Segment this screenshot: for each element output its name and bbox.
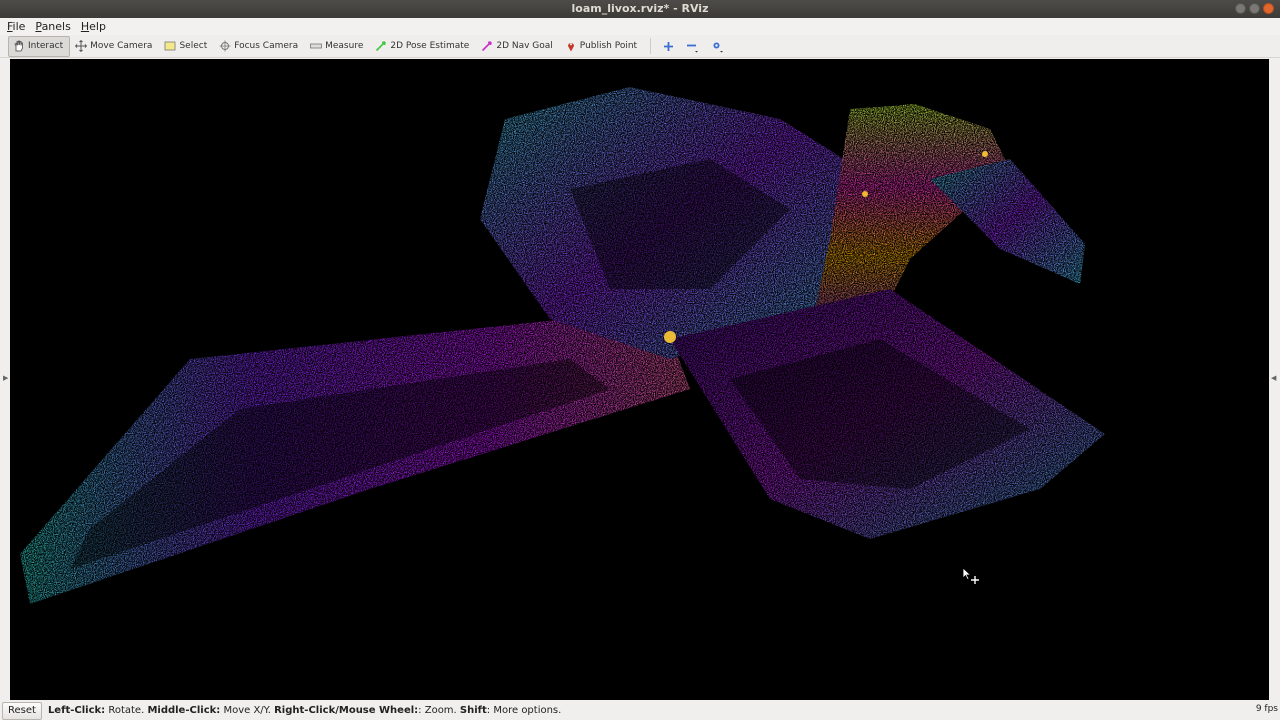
select-box-icon — [165, 41, 176, 51]
green-arrow-icon — [376, 41, 387, 52]
publish-point-tool-button[interactable]: Publish Point — [560, 36, 644, 57]
ruler-icon — [310, 43, 323, 49]
focus-camera-label: Focus Camera — [234, 41, 299, 51]
menu-file[interactable]: File — [2, 18, 30, 35]
focus-crosshair-icon — [219, 40, 231, 52]
add-tool-button[interactable] — [657, 37, 680, 56]
move-camera-label: Move Camera — [90, 41, 153, 51]
gear-icon — [713, 42, 724, 52]
move-camera-tool-button[interactable]: Move Camera — [70, 36, 159, 57]
reset-button[interactable]: Reset — [2, 701, 42, 720]
pose-estimate-tool-button[interactable]: 2D Pose Estimate — [370, 36, 476, 57]
render-viewport[interactable] — [10, 59, 1269, 700]
toolbar-separator — [650, 38, 652, 54]
pose-estimate-label: 2D Pose Estimate — [390, 41, 470, 51]
status-help-text: Left-Click: Rotate. Middle-Click: Move X… — [47, 705, 562, 716]
hand-icon — [14, 40, 23, 52]
publish-point-label: Publish Point — [579, 41, 638, 51]
minimize-button[interactable] — [1235, 3, 1246, 14]
nav-goal-label: 2D Nav Goal — [496, 41, 553, 51]
left-panel-collapse-icon[interactable]: ▶ — [3, 374, 8, 382]
select-tool-button[interactable]: Select — [159, 36, 214, 57]
menu-help[interactable]: Help — [76, 18, 111, 35]
measure-tool-button[interactable]: Measure — [305, 36, 370, 57]
window-title-bar: loam_livox.rviz* - RViz — [0, 0, 1280, 18]
right-panel-collapse-icon[interactable]: ◀ — [1271, 374, 1276, 382]
mouse-cursor-icon — [962, 567, 979, 584]
plus-icon — [664, 41, 674, 51]
fps-readout: 9 fps — [1255, 704, 1278, 714]
purple-arrow-icon — [482, 41, 493, 52]
menu-bar: File Panels Help — [0, 18, 1280, 35]
focus-camera-tool-button[interactable]: Focus Camera — [214, 36, 305, 57]
maximize-button[interactable] — [1249, 3, 1260, 14]
tools-toolbar: Interact Move Camera Select Focus Camera… — [0, 35, 1280, 58]
menu-panels[interactable]: Panels — [30, 18, 75, 35]
close-button[interactable] — [1263, 3, 1274, 14]
status-bar: Reset Left-Click: Rotate. Middle-Click: … — [0, 701, 1280, 720]
minus-icon — [687, 44, 699, 52]
select-label: Select — [179, 41, 208, 51]
interact-tool-button[interactable]: Interact — [8, 35, 71, 57]
measure-label: Measure — [325, 41, 364, 51]
point-cloud-map — [20, 87, 1105, 604]
move-arrows-icon — [75, 40, 87, 52]
window-title: loam_livox.rviz* - RViz — [571, 2, 709, 15]
tool-properties-button[interactable] — [705, 37, 730, 56]
map-pin-icon — [567, 43, 574, 52]
nav-goal-tool-button[interactable]: 2D Nav Goal — [476, 36, 559, 57]
remove-tool-button[interactable] — [680, 37, 705, 56]
interact-label: Interact — [28, 41, 64, 51]
